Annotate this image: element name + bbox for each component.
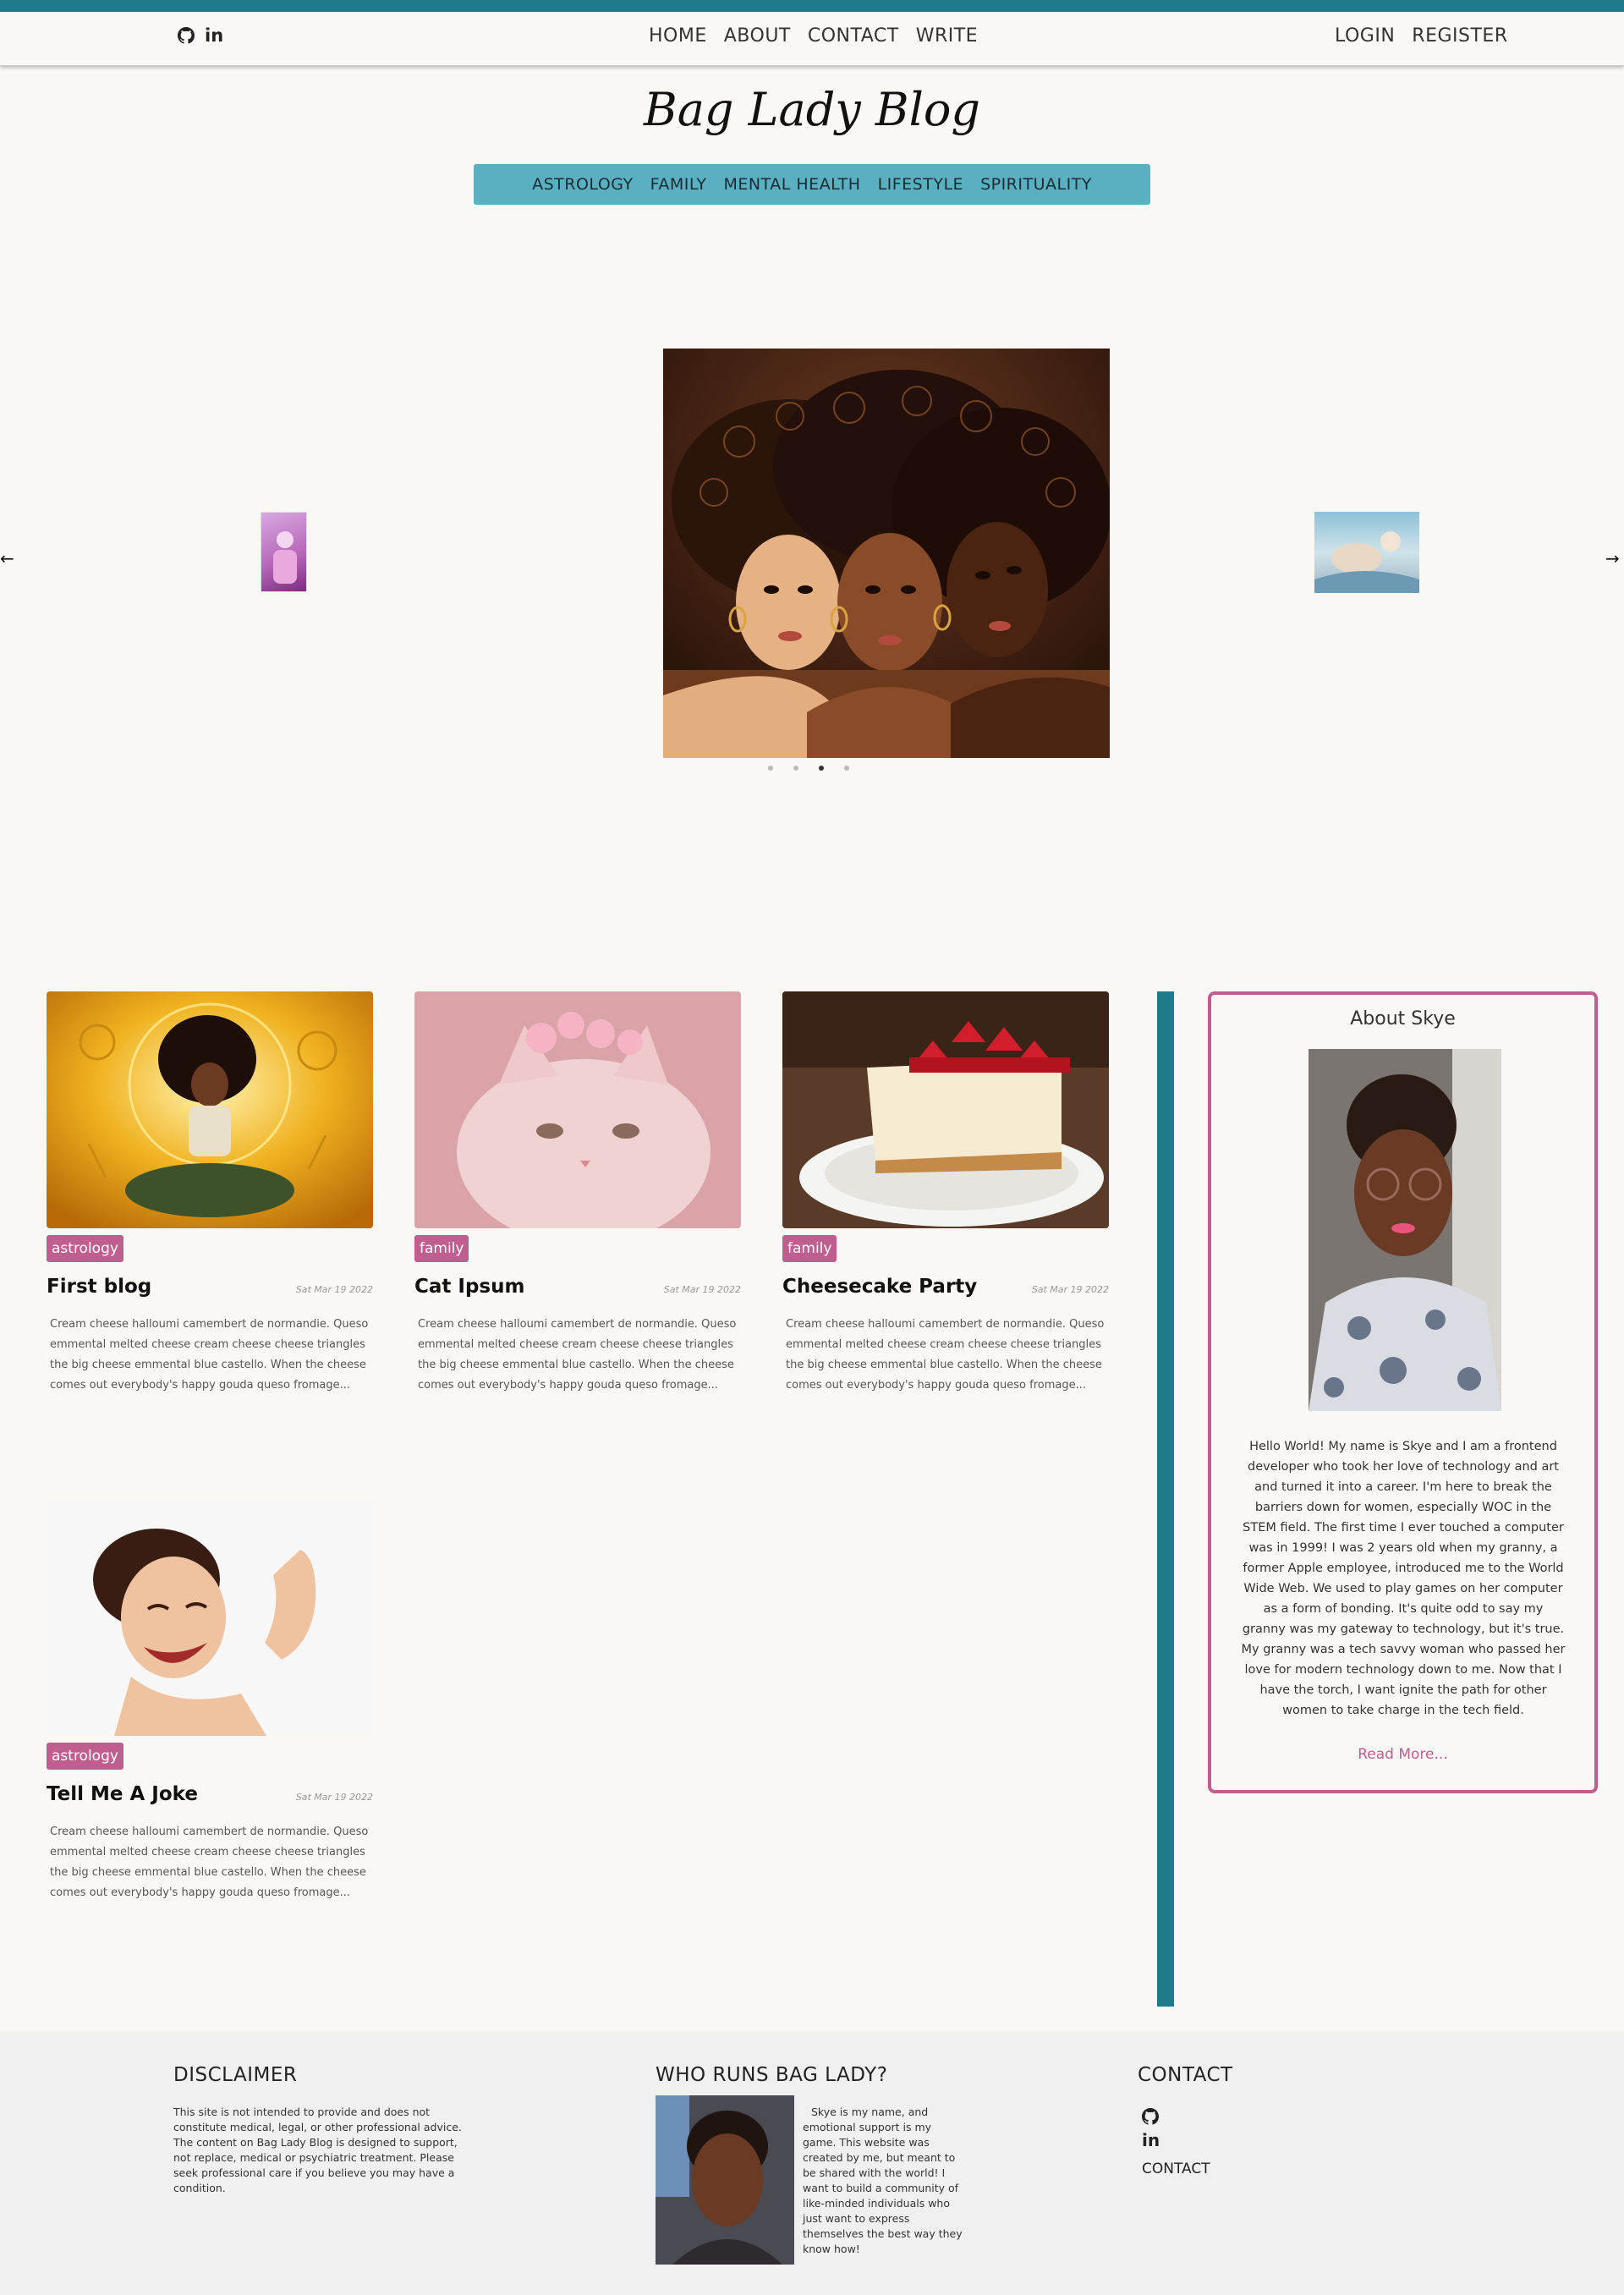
login-link[interactable]: LOGIN bbox=[1335, 25, 1395, 47]
post-excerpt: Cream cheese halloumi camembert de norma… bbox=[50, 1318, 369, 1392]
post-card: family Cheesecake Party Sat Mar 19 2022 … bbox=[782, 991, 1109, 1396]
who-runs-text: Skye is my name, and emotional support i… bbox=[803, 2106, 963, 2255]
about-sidebar: About Skye Hello World! My name is Skye … bbox=[1208, 991, 1598, 1793]
linkedin-icon[interactable]: in bbox=[1142, 2130, 1160, 2150]
nav-social-icons: in bbox=[178, 25, 223, 46]
about-photo bbox=[1309, 1049, 1501, 1411]
auth-nav: LOGIN REGISTER bbox=[1335, 25, 1508, 47]
post-excerpt: Cream cheese halloumi camembert de norma… bbox=[418, 1318, 737, 1392]
linkedin-icon[interactable]: in bbox=[205, 25, 223, 46]
post-image[interactable] bbox=[782, 991, 1109, 1228]
post-title[interactable]: Cheesecake Party bbox=[782, 1276, 977, 1298]
post-image[interactable] bbox=[414, 991, 741, 1228]
post-tag[interactable]: family bbox=[782, 1235, 837, 1262]
post-date: Sat Mar 19 2022 bbox=[1031, 1284, 1109, 1295]
post-card: astrology First blog Sat Mar 19 2022 Cre… bbox=[47, 991, 373, 1396]
carousel-dot[interactable] bbox=[844, 766, 849, 771]
about-title: About Skye bbox=[1350, 1008, 1456, 1029]
category-mental-health[interactable]: MENTAL HEALTH bbox=[724, 175, 861, 194]
post-title[interactable]: Cat Ipsum bbox=[414, 1276, 524, 1298]
main-nav: HOME ABOUT CONTACT WRITE bbox=[649, 25, 978, 47]
post-date: Sat Mar 19 2022 bbox=[295, 1792, 373, 1803]
github-icon[interactable] bbox=[178, 27, 195, 44]
category-lifestyle[interactable]: LIFESTYLE bbox=[878, 175, 964, 194]
footer-contact-heading: CONTACT bbox=[1138, 2064, 1233, 2086]
category-spirituality[interactable]: SPIRITUALITY bbox=[980, 175, 1092, 194]
post-image[interactable] bbox=[47, 1499, 373, 1736]
post-card: astrology Tell Me A Joke Sat Mar 19 2022… bbox=[47, 1499, 373, 1903]
author-photo bbox=[656, 2095, 794, 2265]
nav-write-link[interactable]: WRITE bbox=[916, 25, 978, 47]
category-family[interactable]: FAMILY bbox=[650, 175, 707, 194]
post-date: Sat Mar 19 2022 bbox=[663, 1284, 741, 1295]
post-title[interactable]: First blog bbox=[47, 1276, 151, 1298]
post-title[interactable]: Tell Me A Joke bbox=[47, 1783, 198, 1805]
disclaimer-text: This site is not intended to provide and… bbox=[173, 2106, 462, 2194]
post-excerpt: Cream cheese halloumi camembert de norma… bbox=[50, 1826, 369, 1899]
category-bar: ASTROLOGY FAMILY MENTAL HEALTH LIFESTYLE… bbox=[474, 164, 1150, 205]
carousel-next-slide[interactable] bbox=[1314, 512, 1419, 593]
footer-contact-link[interactable]: CONTACT bbox=[1142, 2160, 1210, 2177]
post-tag[interactable]: astrology bbox=[47, 1743, 123, 1770]
top-accent-strip bbox=[0, 0, 1624, 12]
nav-home-link[interactable]: HOME bbox=[649, 25, 707, 47]
post-image[interactable] bbox=[47, 991, 373, 1228]
github-icon[interactable] bbox=[1142, 2108, 1160, 2128]
category-astrology[interactable]: ASTROLOGY bbox=[532, 175, 634, 194]
read-more-link[interactable]: Read More... bbox=[1211, 1746, 1594, 1763]
nav-about-link[interactable]: ABOUT bbox=[724, 25, 791, 47]
arrow-right-icon[interactable]: → bbox=[1605, 548, 1620, 568]
who-runs-heading: WHO RUNS BAG LADY? bbox=[656, 2064, 888, 2086]
post-excerpt: Cream cheese halloumi camembert de norma… bbox=[786, 1318, 1105, 1392]
register-link[interactable]: REGISTER bbox=[1412, 25, 1507, 47]
site-logo-title[interactable]: Bag Lady Blog bbox=[0, 83, 1624, 136]
carousel-dot[interactable] bbox=[768, 766, 773, 771]
arrow-left-icon[interactable]: ← bbox=[0, 548, 14, 568]
carousel-dot[interactable] bbox=[793, 766, 798, 771]
sidebar-divider bbox=[1157, 991, 1174, 2007]
carousel-dot-active[interactable] bbox=[819, 766, 824, 771]
post-tag[interactable]: astrology bbox=[47, 1235, 123, 1262]
carousel-dots bbox=[768, 766, 849, 771]
post-tag[interactable]: family bbox=[414, 1235, 469, 1262]
nav-contact-link[interactable]: CONTACT bbox=[808, 25, 899, 47]
carousel-active-slide[interactable] bbox=[663, 349, 1110, 758]
carousel-prev-slide[interactable] bbox=[261, 512, 307, 592]
post-card: family Cat Ipsum Sat Mar 19 2022 Cream c… bbox=[414, 991, 741, 1396]
about-text: Hello World! My name is Skye and I am a … bbox=[1241, 1440, 1566, 1717]
post-date: Sat Mar 19 2022 bbox=[295, 1284, 373, 1295]
disclaimer-heading: DISCLAIMER bbox=[173, 2064, 298, 2086]
